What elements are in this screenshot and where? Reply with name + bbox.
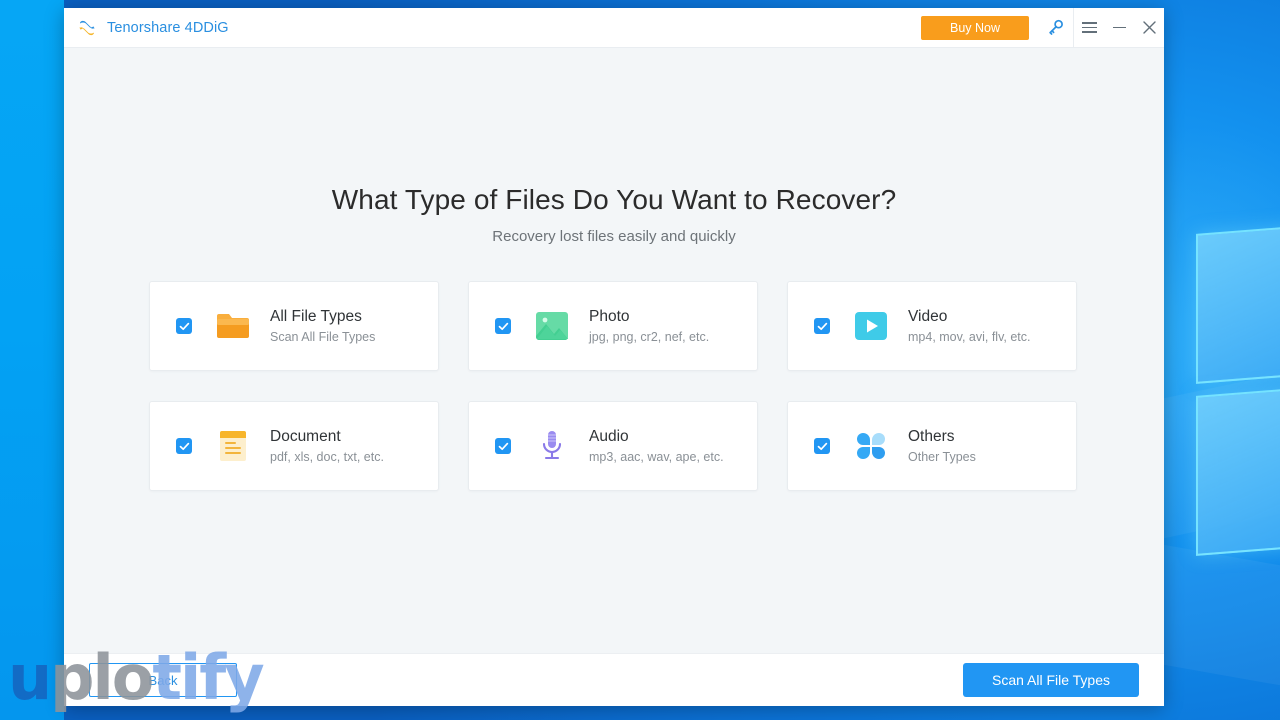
windows-logo-wallpaper xyxy=(1196,222,1280,564)
file-type-desc: mp3, aac, wav, ape, etc. xyxy=(589,450,724,464)
folder-icon xyxy=(214,307,252,345)
file-type-name: All File Types xyxy=(270,308,362,325)
others-clover-icon xyxy=(852,427,890,465)
document-icon xyxy=(214,427,252,465)
file-type-text: Document pdf, xls, doc, txt, etc. xyxy=(270,428,384,464)
tenorshare-logo-icon xyxy=(76,17,98,39)
buy-now-button[interactable]: Buy Now xyxy=(921,15,1029,40)
title-bar: Tenorshare 4DDiG Buy Now xyxy=(64,8,1164,48)
desktop-background: Tenorshare 4DDiG Buy Now What Type of Fi… xyxy=(0,0,1280,720)
back-button[interactable]: Back xyxy=(89,663,237,697)
file-type-grid: All File Types Scan All File Types Photo… xyxy=(149,281,1079,491)
wallpaper-streak xyxy=(1160,544,1280,696)
photo-icon xyxy=(533,307,571,345)
checkbox-video[interactable] xyxy=(814,318,830,334)
video-icon xyxy=(852,307,890,345)
file-type-name: Audio xyxy=(589,428,629,445)
page-subtitle: Recovery lost files easily and quickly xyxy=(492,228,736,245)
file-type-desc: jpg, png, cr2, nef, etc. xyxy=(589,330,710,344)
file-type-card-document[interactable]: Document pdf, xls, doc, txt, etc. xyxy=(149,401,439,491)
footer-bar: Back Scan All File Types xyxy=(64,653,1164,706)
application-window: Tenorshare 4DDiG Buy Now What Type of Fi… xyxy=(64,8,1164,706)
checkbox-document[interactable] xyxy=(176,438,192,454)
wallpaper-left-band xyxy=(0,0,64,720)
key-icon[interactable] xyxy=(1037,8,1073,48)
checkbox-photo[interactable] xyxy=(495,318,511,334)
file-type-desc: mp4, mov, avi, flv, etc. xyxy=(908,330,1031,344)
windows-pane xyxy=(1196,384,1280,556)
checkbox-audio[interactable] xyxy=(495,438,511,454)
file-type-name: Document xyxy=(270,428,341,445)
app-brand: Tenorshare 4DDiG xyxy=(64,17,229,39)
file-type-card-video[interactable]: Video mp4, mov, avi, flv, etc. xyxy=(787,281,1077,371)
scan-all-file-types-button[interactable]: Scan All File Types xyxy=(963,663,1139,697)
file-type-card-photo[interactable]: Photo jpg, png, cr2, nef, etc. xyxy=(468,281,758,371)
app-title: Tenorshare 4DDiG xyxy=(107,19,229,36)
file-type-name: Photo xyxy=(589,308,630,325)
close-icon[interactable] xyxy=(1134,8,1164,48)
hamburger-menu-icon[interactable] xyxy=(1074,8,1104,48)
file-type-card-audio[interactable]: Audio mp3, aac, wav, ape, etc. xyxy=(468,401,758,491)
file-type-name: Video xyxy=(908,308,948,325)
minimize-icon[interactable] xyxy=(1104,8,1134,48)
file-type-text: Others Other Types xyxy=(908,428,976,464)
file-type-desc: Other Types xyxy=(908,450,976,464)
file-type-name: Others xyxy=(908,428,955,445)
checkbox-all-file-types[interactable] xyxy=(176,318,192,334)
file-type-text: All File Types Scan All File Types xyxy=(270,308,375,344)
page-title: What Type of Files Do You Want to Recove… xyxy=(331,184,897,215)
file-type-desc: Scan All File Types xyxy=(270,330,376,344)
titlebar-controls: Buy Now xyxy=(921,8,1164,48)
microphone-icon xyxy=(533,427,571,465)
file-type-card-all-file-types[interactable]: All File Types Scan All File Types xyxy=(149,281,439,371)
file-type-text: Video mp4, mov, avi, flv, etc. xyxy=(908,308,1031,344)
file-type-card-others[interactable]: Others Other Types xyxy=(787,401,1077,491)
file-type-text: Photo jpg, png, cr2, nef, etc. xyxy=(589,308,709,344)
windows-pane xyxy=(1196,222,1280,384)
file-type-text: Audio mp3, aac, wav, ape, etc. xyxy=(589,428,724,464)
main-content: What Type of Files Do You Want to Recove… xyxy=(64,48,1164,653)
file-type-desc: pdf, xls, doc, txt, etc. xyxy=(270,450,384,464)
checkbox-others[interactable] xyxy=(814,438,830,454)
